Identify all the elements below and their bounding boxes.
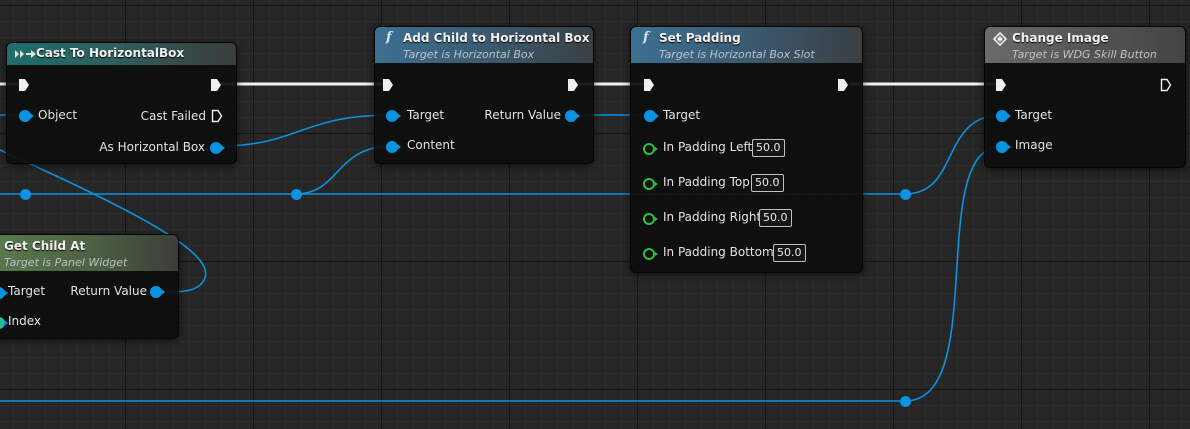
- target-pin[interactable]: [386, 110, 401, 122]
- image-label: Image: [1015, 138, 1053, 152]
- target-pin[interactable]: [644, 110, 659, 122]
- padding-left-input[interactable]: 50.0: [752, 139, 785, 157]
- function-icon: f: [643, 30, 649, 45]
- wire-cast-to-target: [217, 114, 393, 147]
- reroute-knot[interactable]: [291, 189, 302, 200]
- target-label: Target: [663, 108, 701, 122]
- wire-reroute-to-image: [904, 145, 1003, 402]
- target-label: Target: [1015, 108, 1053, 122]
- set-padding-node[interactable]: f Set Padding Target is Horizontal Box S…: [630, 26, 863, 273]
- return-value-pin[interactable]: [150, 286, 165, 298]
- padding-right-pin[interactable]: [643, 213, 658, 225]
- exec-in-pin[interactable]: [995, 78, 1007, 92]
- get-child-at-node[interactable]: Get Child At Target is Panel Widget Targ…: [0, 234, 179, 339]
- function-icon: f: [386, 30, 392, 45]
- index-label: Index: [8, 314, 42, 328]
- reroute-knot[interactable]: [900, 189, 911, 200]
- node-title: Set Padding: [659, 31, 741, 45]
- exec-in-pin[interactable]: [382, 78, 394, 92]
- exec-out-pin[interactable]: [1160, 78, 1172, 92]
- change-image-node[interactable]: Change Image Target is WDG Skill Button …: [984, 26, 1186, 168]
- node-subtitle: Target is Horizontal Box Slot: [659, 48, 815, 61]
- cast-arrows-icon: [15, 50, 36, 58]
- reroute-knot[interactable]: [20, 189, 31, 200]
- node-title: Get Child At: [4, 239, 86, 253]
- padding-top-pin[interactable]: [643, 178, 658, 190]
- exec-in-pin[interactable]: [643, 78, 655, 92]
- event-diamond-icon: [993, 32, 1007, 46]
- as-horizontal-box-label: As Horizontal Box: [99, 140, 205, 154]
- object-pin[interactable]: [19, 110, 34, 122]
- node-title: Cast To HorizontalBox: [36, 46, 185, 60]
- target-label: Target: [8, 284, 46, 298]
- padding-top-input[interactable]: 50.0: [751, 174, 784, 192]
- return-value-label: Return Value: [484, 108, 561, 122]
- target-label: Target: [407, 108, 445, 122]
- exec-out-pin[interactable]: [837, 78, 849, 92]
- cast-failed-exec-pin[interactable]: [211, 109, 223, 123]
- padding-bottom-pin[interactable]: [643, 248, 658, 260]
- node-subtitle: Target is WDG Skill Button: [1012, 48, 1157, 61]
- padding-left-label: In Padding Left: [663, 140, 753, 154]
- content-pin[interactable]: [386, 141, 401, 153]
- node-subtitle: Target is Panel Widget: [4, 256, 128, 269]
- node-subtitle: Target is Horizontal Box: [403, 48, 535, 61]
- padding-right-input[interactable]: 50.0: [759, 209, 792, 227]
- padding-bottom-label: In Padding Bottom: [663, 245, 774, 259]
- cast-to-horizontalbox-node[interactable]: Cast To HorizontalBox Object Cast Failed…: [6, 42, 237, 164]
- target-pin[interactable]: [0, 287, 8, 299]
- padding-bottom-input[interactable]: 50.0: [773, 244, 806, 262]
- reroute-knot[interactable]: [900, 396, 911, 407]
- exec-out-pin[interactable]: [210, 78, 222, 92]
- node-title: Add Child to Horizontal Box: [403, 31, 590, 45]
- as-horizontal-box-pin[interactable]: [210, 142, 225, 154]
- target-pin[interactable]: [996, 110, 1011, 122]
- add-child-to-horizontal-box-node[interactable]: f Add Child to Horizontal Box Target is …: [374, 26, 594, 164]
- return-value-pin[interactable]: [565, 110, 580, 122]
- node-title: Change Image: [1012, 31, 1109, 45]
- padding-left-pin[interactable]: [643, 143, 658, 155]
- object-label: Object: [38, 108, 78, 122]
- exec-out-pin[interactable]: [567, 78, 579, 92]
- padding-right-label: In Padding Right: [663, 210, 762, 224]
- return-value-label: Return Value: [70, 284, 147, 298]
- image-pin[interactable]: [996, 141, 1011, 153]
- content-label: Content: [407, 138, 455, 152]
- padding-top-label: In Padding Top: [663, 175, 750, 189]
- index-pin[interactable]: [0, 317, 8, 329]
- exec-in-pin[interactable]: [18, 78, 30, 92]
- cast-failed-label: Cast Failed: [140, 109, 206, 123]
